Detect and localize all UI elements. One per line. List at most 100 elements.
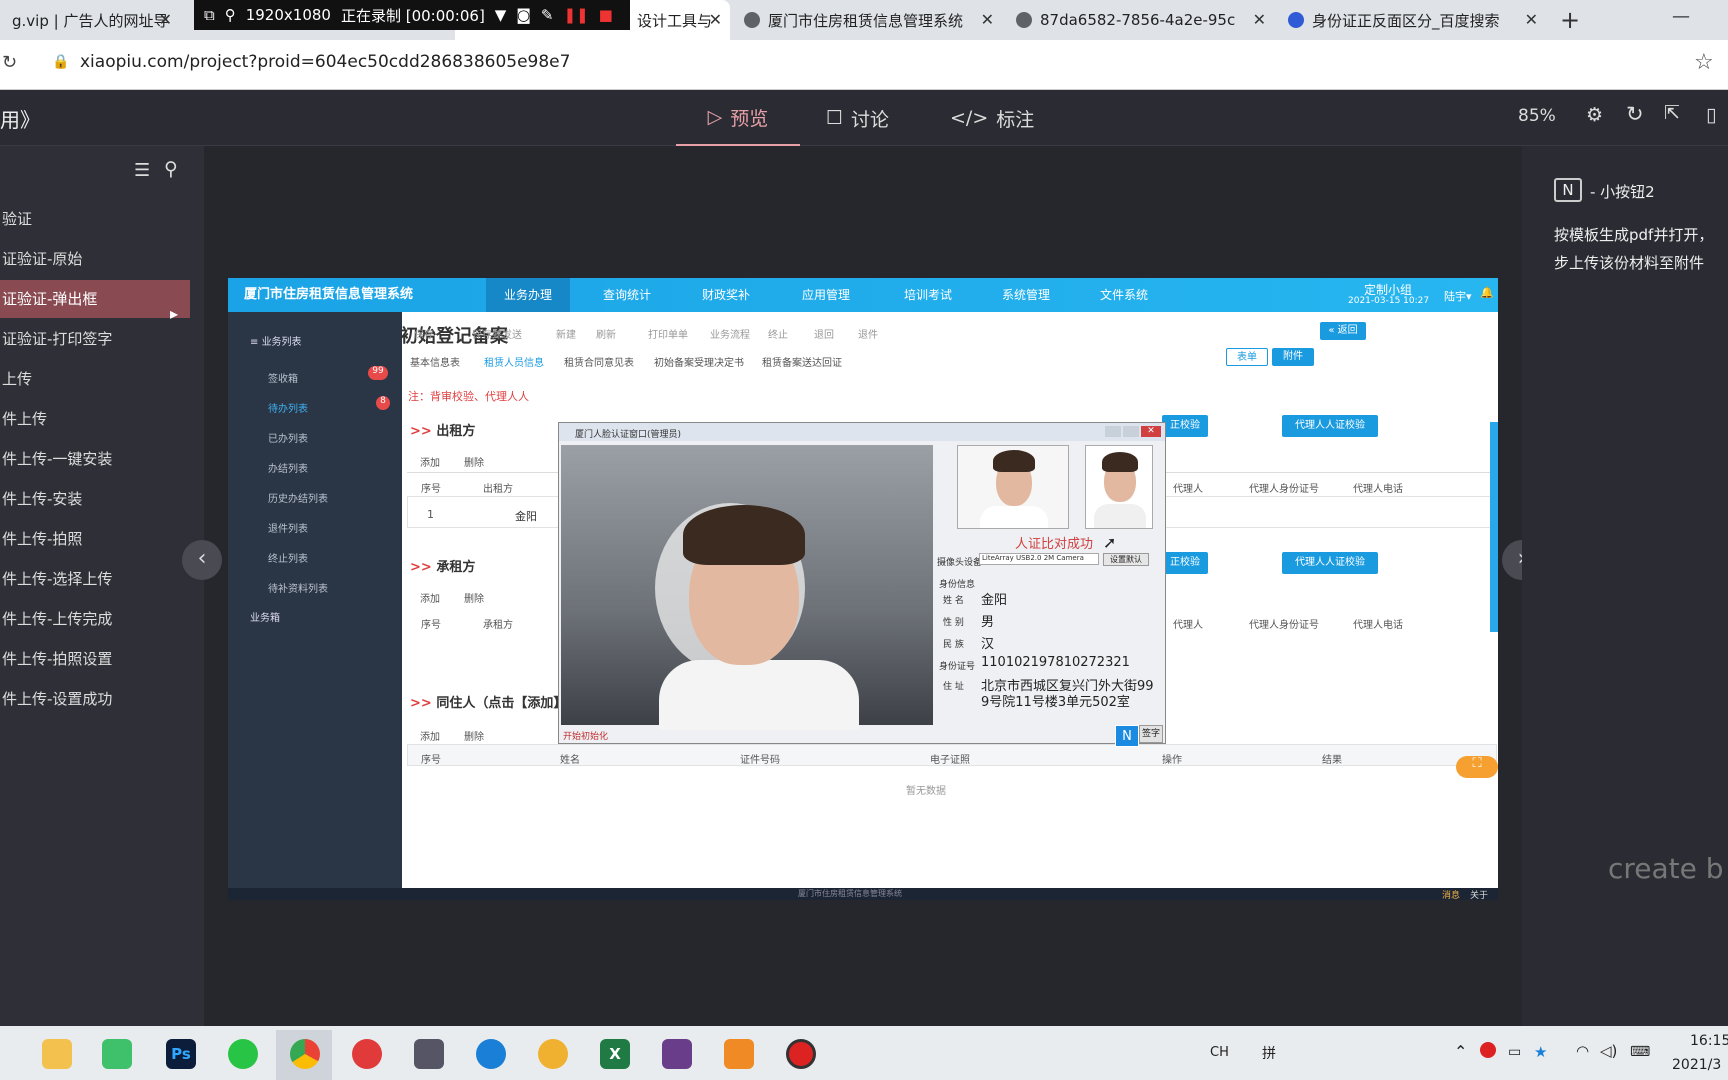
close-icon[interactable]: ✕ (159, 10, 172, 29)
close-icon[interactable]: ✕ (1141, 426, 1161, 437)
form-sub-tab[interactable]: 租赁人员信息 (484, 354, 544, 369)
sidebar-item[interactable]: 件上传-设置成功 (0, 680, 190, 718)
form-sub-tab[interactable]: 基本信息表 (410, 354, 460, 369)
toolbar-button[interactable]: 保存 (414, 326, 434, 341)
toolbar-button[interactable]: 保存并发送 (472, 326, 522, 341)
sidebar-item[interactable]: 件上传 (0, 400, 190, 438)
pen-icon[interactable]: ✎ (541, 6, 554, 24)
app-icon[interactable] (538, 1039, 568, 1069)
footer-link[interactable]: 关于 (1470, 888, 1488, 900)
toolbar-button[interactable]: 业务流程 (710, 326, 750, 341)
sidebar-item[interactable]: 件上传-一键安装 (0, 440, 190, 478)
clock-time[interactable]: 16:15 (1690, 1033, 1728, 1049)
delete-button[interactable]: 删除 (464, 590, 484, 605)
netease-music-icon[interactable] (352, 1039, 382, 1069)
pinyin-indicator[interactable]: 拼 (1262, 1043, 1276, 1063)
form-button[interactable]: 表单 (1226, 348, 1268, 366)
volume-icon[interactable]: ◁) (1600, 1042, 1617, 1060)
wifi-icon[interactable]: ◠ (1576, 1042, 1589, 1060)
add-button[interactable]: 添加 (420, 728, 440, 743)
pause-icon[interactable]: ❚❚ (563, 6, 588, 24)
photoshop-icon[interactable]: Ps (166, 1039, 196, 1069)
verify-button-partial[interactable]: 正校验 (1162, 415, 1208, 437)
stop-icon[interactable]: ■ (599, 6, 613, 24)
system-side-item[interactable]: 待办列表 (268, 400, 308, 415)
record-tray-icon[interactable] (1480, 1042, 1496, 1058)
search-app-icon[interactable] (476, 1039, 506, 1069)
scrollbar[interactable] (1490, 422, 1498, 632)
reload-icon[interactable]: ↻ (2, 52, 17, 73)
browser-tab[interactable]: 厦门市住房租赁信息管理系统 ✕ (732, 0, 1002, 40)
toolbar-button[interactable]: 打印单单 (648, 326, 688, 341)
user-name[interactable]: 陆宇▾ (1444, 288, 1472, 304)
clock-date[interactable]: 2021/3 (1672, 1057, 1721, 1073)
sidebar-item[interactable]: 件上传-安装 (0, 480, 190, 518)
bell-icon[interactable]: 🔔 (1480, 286, 1494, 299)
refresh-icon[interactable]: ↻ (1626, 102, 1644, 126)
ime-indicator[interactable]: CH (1210, 1045, 1229, 1060)
form-sub-tab[interactable]: 初始备案受理决定书 (654, 354, 744, 369)
minimize-icon[interactable] (1105, 426, 1121, 437)
system-side-item[interactable]: 待补资料列表 (268, 580, 328, 595)
delete-button[interactable]: 删除 (464, 728, 484, 743)
sidebar-item[interactable]: 证验证-弹出框 (0, 280, 190, 318)
tab-annotate[interactable]: </> 标注 (950, 90, 1034, 146)
toolbar-button[interactable]: 终止 (768, 326, 788, 341)
gear-icon[interactable]: ⚙ (1586, 104, 1603, 126)
browser-tab[interactable]: 87da6582-7856-4a2e-95c ✕ (1004, 0, 1274, 40)
toolbar-button[interactable]: 退回 (814, 326, 834, 341)
battery-icon[interactable]: ▭ (1508, 1044, 1521, 1060)
sidebar-item[interactable]: 上传 (0, 360, 190, 398)
sign-button[interactable]: 签字 (1139, 725, 1163, 743)
wechat-icon[interactable] (228, 1039, 258, 1069)
tab-preview[interactable]: ▷ 预览 (676, 90, 800, 146)
recorder-icon[interactable] (786, 1039, 816, 1069)
chevron-up-icon[interactable]: ⌃ (1454, 1042, 1467, 1061)
keyboard-icon[interactable]: ⌨ (1630, 1044, 1650, 1060)
attachment-button[interactable]: 附件 (1272, 348, 1314, 366)
system-side-item[interactable]: 已办列表 (268, 430, 308, 445)
system-side-item[interactable]: 退件列表 (268, 520, 308, 535)
add-button[interactable]: 添加 (420, 454, 440, 469)
share-icon[interactable]: ⇱ (1664, 102, 1680, 124)
tab-discuss[interactable]: ☐ 讨论 (826, 90, 889, 146)
system-side-item[interactable]: 历史办结列表 (268, 490, 328, 505)
fullscreen-float-icon[interactable]: ⛶ (1456, 756, 1498, 778)
sidebar-item[interactable]: 件上传-上传完成 (0, 600, 190, 638)
sidebar-item[interactable]: 件上传-选择上传 (0, 560, 190, 598)
add-button[interactable]: 添加 (420, 590, 440, 605)
media-player-icon[interactable] (102, 1039, 132, 1069)
winrar-icon[interactable] (662, 1039, 692, 1069)
camera-icon[interactable]: ◙ (516, 6, 531, 24)
close-icon[interactable]: ✕ (709, 10, 722, 29)
url-field[interactable]: xiaopiu.com/project?proid=604ec50cdd2868… (80, 52, 570, 72)
dropdown-icon[interactable]: ▼ (495, 6, 507, 24)
sidebar-item[interactable]: 证验证-打印签字 (0, 320, 190, 358)
app-tray-icon[interactable]: ★ (1534, 1043, 1547, 1061)
toolbar-button[interactable]: 新建 (556, 326, 576, 341)
close-icon[interactable]: ✕ (1525, 10, 1538, 29)
search-icon[interactable]: ⚲ (164, 158, 178, 180)
side-footer[interactable]: 业务箱 (250, 609, 280, 624)
sidebar-item[interactable]: 证验证-原始 (0, 240, 190, 278)
side-header[interactable]: ≡ 业务列表 (250, 333, 302, 348)
delete-button[interactable]: 删除 (464, 454, 484, 469)
chrome-icon[interactable] (290, 1039, 320, 1069)
maximize-icon[interactable] (1123, 426, 1139, 437)
sidebar-item[interactable]: 件上传-拍照 (0, 520, 190, 558)
form-sub-tab[interactable]: 租赁合同意见表 (564, 354, 634, 369)
zoom-level[interactable]: 85% (1518, 106, 1556, 126)
toolbar-button[interactable]: 退件 (858, 326, 878, 341)
sidebar-item[interactable]: 验证 (0, 200, 190, 238)
app-icon[interactable] (414, 1039, 444, 1069)
footer-link[interactable]: 消息 (1442, 888, 1460, 900)
minimize-icon[interactable]: — (1672, 6, 1690, 27)
back-button[interactable]: « 返回 (1320, 322, 1366, 340)
system-side-item[interactable]: 终止列表 (268, 550, 308, 565)
camera-select[interactable]: LiteArray USB2.0 2M Camera (979, 553, 1099, 565)
form-sub-tab[interactable]: 租赁备案送达回证 (762, 354, 842, 369)
pdf-app-icon[interactable] (724, 1039, 754, 1069)
new-tab-button[interactable]: + (1560, 6, 1580, 34)
n-badge-icon[interactable]: N (1115, 725, 1139, 747)
system-side-item[interactable]: 办结列表 (268, 460, 308, 475)
